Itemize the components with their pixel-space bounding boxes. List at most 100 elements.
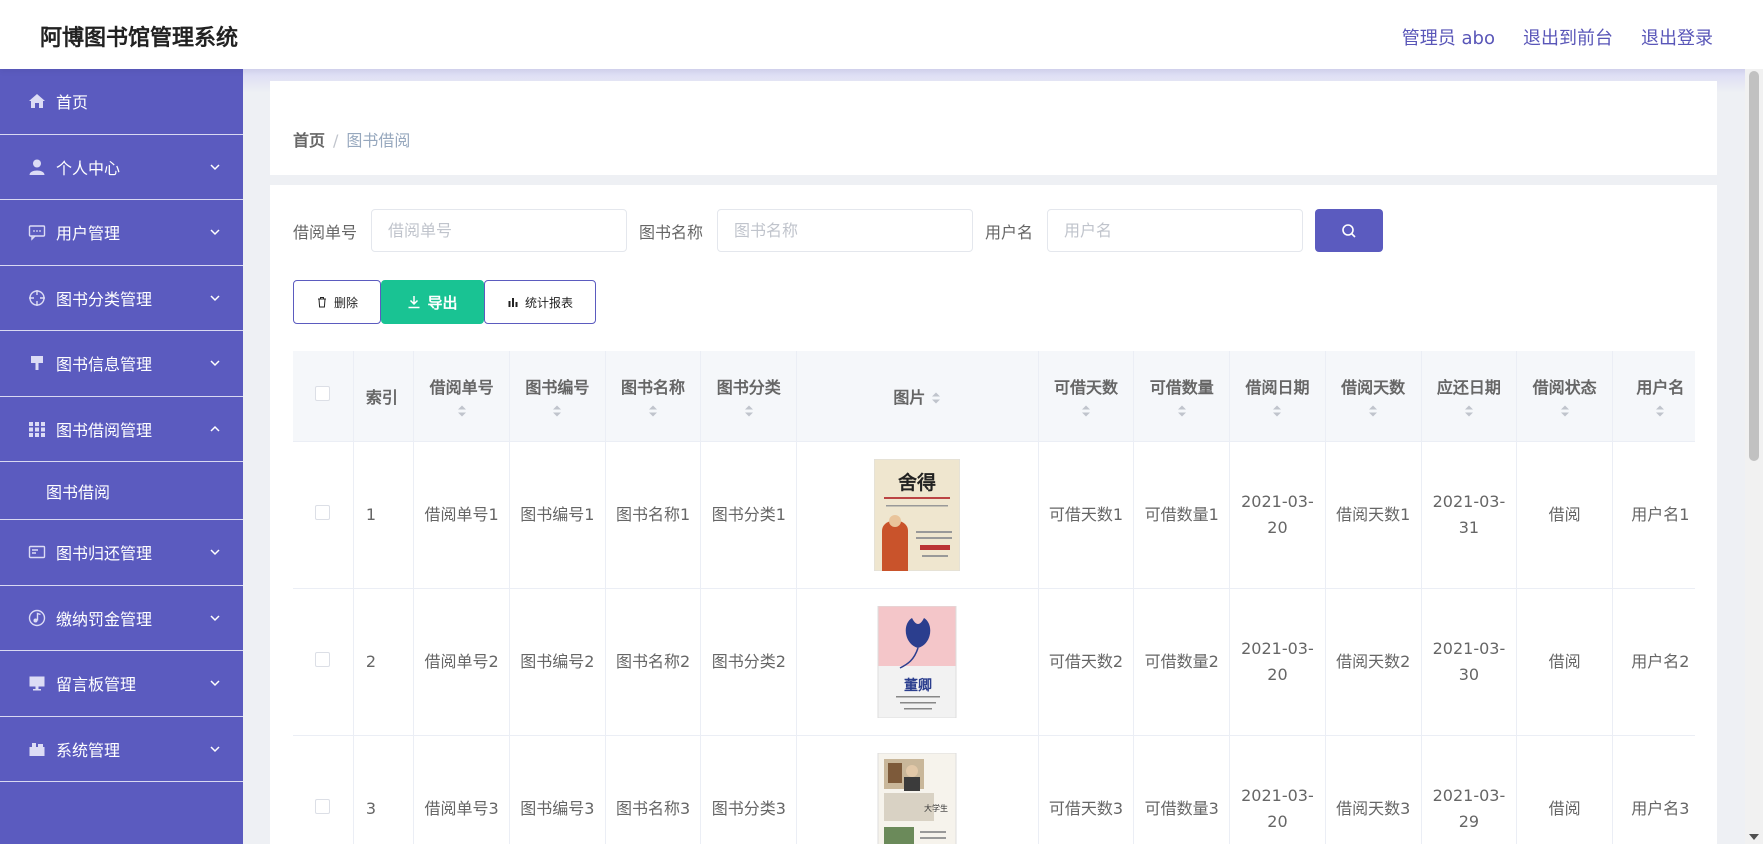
- sort-icon[interactable]: [1655, 404, 1665, 418]
- header-status[interactable]: 借阅状态: [1516, 351, 1614, 442]
- breadcrumb-home[interactable]: 首页: [293, 131, 325, 150]
- sidebar-item-book-category[interactable]: 图书分类管理: [0, 266, 243, 331]
- monitor-icon: [28, 674, 46, 692]
- book-cover-image[interactable]: 董卿: [874, 605, 960, 718]
- front-link[interactable]: 退出到前台: [1523, 24, 1613, 50]
- cell-image: 舍得: [796, 441, 1039, 589]
- breadcrumb-separator: /: [333, 131, 339, 150]
- admin-label[interactable]: 管理员 abo: [1402, 24, 1495, 50]
- cell-book-code: 图书编号2: [509, 588, 606, 736]
- row-checkbox[interactable]: [315, 798, 331, 814]
- search-button[interactable]: [1315, 209, 1384, 252]
- header-image[interactable]: 图片: [796, 351, 1039, 442]
- header-borrow-date[interactable]: 借阅日期: [1229, 351, 1326, 442]
- chevron-down-icon: [210, 295, 220, 301]
- sidebar-item-message-board[interactable]: 留言板管理: [0, 651, 243, 717]
- table-row[interactable]: 3 借阅单号3 图书编号3 图书名称3 图书分类3 大学生 可借天数3 可借数量…: [293, 735, 1695, 844]
- row-checkbox[interactable]: [315, 651, 331, 667]
- logout-link[interactable]: 退出登录: [1641, 24, 1713, 50]
- header-select-all[interactable]: [293, 351, 354, 442]
- header-book-name[interactable]: 图书名称: [605, 351, 702, 442]
- delete-label: 删除: [333, 295, 358, 310]
- sidebar-item-personal[interactable]: 个人中心: [0, 135, 243, 200]
- top-bar: 阿博图书馆管理系统 管理员 abo 退出到前台 退出登录: [0, 0, 1763, 69]
- search-label-username: 用户名: [985, 222, 1034, 242]
- cell-days-allowed: 可借天数3: [1038, 735, 1135, 844]
- breadcrumb-card: 首页 / 图书借阅: [270, 81, 1717, 175]
- sidebar-item-label: 首页: [56, 93, 89, 113]
- borrow-no-input[interactable]: [371, 209, 628, 252]
- sort-icon[interactable]: [1464, 404, 1474, 418]
- sidebar-item-home[interactable]: 首页: [0, 69, 243, 135]
- sidebar-item-fine-mgmt[interactable]: 缴纳罚金管理: [0, 586, 243, 651]
- sort-icon[interactable]: [1272, 404, 1282, 418]
- chevron-up-icon: [210, 425, 220, 432]
- username-input[interactable]: [1047, 209, 1304, 252]
- header-qty[interactable]: 可借数量: [1133, 351, 1231, 442]
- sort-icon[interactable]: [552, 404, 562, 418]
- app-title: 阿博图书馆管理系统: [40, 26, 239, 51]
- sort-icon[interactable]: [648, 404, 658, 418]
- select-all-checkbox[interactable]: [315, 386, 331, 402]
- card-icon: [28, 543, 46, 561]
- cell-due-date: 2021-03-29: [1421, 735, 1518, 844]
- sidebar-item-label: 用户管理: [56, 224, 121, 244]
- cell-status: 借阅: [1516, 441, 1614, 589]
- sort-icon[interactable]: [744, 404, 754, 418]
- report-button[interactable]: 统计报表: [484, 280, 596, 324]
- chevron-down-icon: [210, 164, 220, 170]
- header-borrow-days[interactable]: 借阅天数: [1325, 351, 1422, 442]
- sidebar-item-users[interactable]: 用户管理: [0, 200, 243, 266]
- scrollbar-thumb[interactable]: [1749, 71, 1759, 461]
- sidebar-item-label: 图书归还管理: [56, 544, 153, 564]
- book-name-input[interactable]: [717, 209, 974, 252]
- scroll-down-arrow-icon[interactable]: [1749, 834, 1759, 840]
- borrow-table: 索引 借阅单号 图书编号 图书名称 图书分类 图片 可借天数 可借数量 借阅日期…: [293, 351, 1695, 844]
- sidebar-subitem-borrow[interactable]: 图书借阅: [0, 462, 243, 520]
- header-username[interactable]: 用户名: [1612, 351, 1695, 442]
- chevron-down-icon: [210, 360, 220, 367]
- chevron-down-icon: [210, 680, 220, 687]
- sort-icon[interactable]: [1081, 404, 1091, 418]
- sort-icon[interactable]: [931, 391, 941, 405]
- sort-icon[interactable]: [1177, 404, 1187, 418]
- export-button[interactable]: 导出: [381, 280, 484, 324]
- cell-book-code: 图书编号1: [509, 441, 606, 589]
- search-icon: [1342, 223, 1356, 238]
- sidebar-item-book-info[interactable]: 图书信息管理: [0, 331, 243, 397]
- bar-chart-icon: [508, 298, 518, 307]
- book-cover-image[interactable]: 大学生: [874, 752, 960, 844]
- chat-icon: [28, 223, 46, 241]
- sidebar-item-label: 留言板管理: [56, 675, 137, 695]
- briefcase-icon: [28, 740, 46, 758]
- cell-status: 借阅: [1516, 588, 1614, 736]
- header-category[interactable]: 图书分类: [700, 351, 798, 442]
- header-due-date[interactable]: 应还日期: [1421, 351, 1518, 442]
- target-icon: [28, 289, 46, 307]
- sidebar-item-label: 图书分类管理: [56, 289, 153, 309]
- header-days-allowed[interactable]: 可借天数: [1038, 351, 1135, 442]
- cell-due-date: 2021-03-30: [1421, 588, 1518, 736]
- table-row[interactable]: 1 借阅单号1 图书编号1 图书名称1 图书分类1 舍得 可借天数1 可借数量1…: [293, 441, 1695, 589]
- row-checkbox[interactable]: [315, 504, 331, 520]
- chevron-down-icon: [210, 229, 220, 236]
- sidebar-item-borrow-mgmt[interactable]: 图书借阅管理: [0, 397, 243, 462]
- book-cover-image[interactable]: 舍得: [874, 458, 961, 571]
- table-row[interactable]: 2 借阅单号2 图书编号2 图书名称2 图书分类2 董卿 可借天数2 可借数量2…: [293, 588, 1695, 736]
- sidebar-item-return-mgmt[interactable]: 图书归还管理: [0, 520, 243, 586]
- header-book-code[interactable]: 图书编号: [509, 351, 606, 442]
- cell-borrow-days: 借阅天数1: [1325, 441, 1422, 589]
- cell-borrow-days: 借阅天数3: [1325, 735, 1422, 844]
- sort-icon[interactable]: [1368, 404, 1378, 418]
- sort-icon[interactable]: [457, 404, 467, 418]
- cell-category: 图书分类2: [700, 588, 798, 736]
- cell-image: 大学生: [796, 735, 1039, 844]
- cell-username: 用户名2: [1612, 588, 1695, 736]
- delete-button[interactable]: 删除: [293, 280, 381, 324]
- sidebar-item-label: 缴纳罚金管理: [56, 609, 153, 629]
- sidebar-item-system[interactable]: 系统管理: [0, 717, 243, 782]
- download-icon: [408, 296, 420, 309]
- header-borrow-no[interactable]: 借阅单号: [413, 351, 510, 442]
- vertical-scrollbar[interactable]: [1745, 69, 1763, 844]
- sort-icon[interactable]: [1560, 404, 1570, 418]
